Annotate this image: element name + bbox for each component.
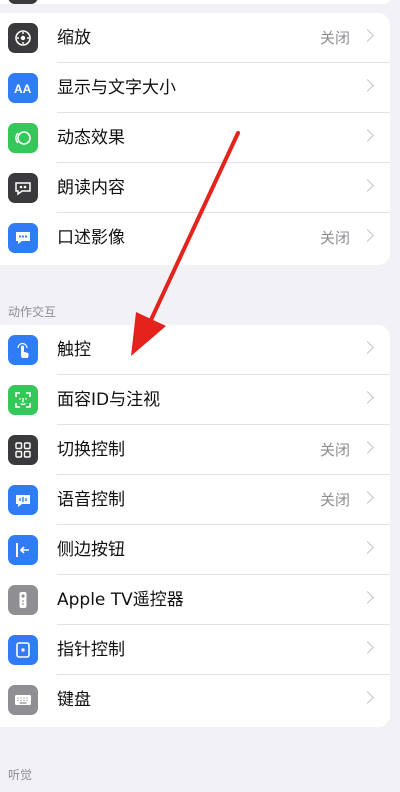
- touch-icon: [8, 335, 38, 365]
- setting-label: 缩放: [57, 28, 91, 48]
- spoken-content-icon: [8, 173, 38, 203]
- setting-label: 口述影像: [57, 228, 125, 248]
- setting-row-keyboards[interactable]: 键盘: [0, 675, 390, 725]
- section-header-physical-motor: 动作交互: [8, 305, 57, 319]
- setting-value: 关闭: [319, 491, 350, 509]
- chevron-right-icon: [361, 29, 374, 42]
- audio-descriptions-icon: [8, 223, 38, 253]
- setting-row-voice-control[interactable]: 语音控制 关闭: [0, 475, 390, 525]
- vision-settings-group: 缩放 关闭 AA 显示与文字大小 动态效果 朗读内容 口述影像 关闭: [0, 13, 390, 265]
- keyboard-icon: [8, 685, 38, 715]
- setting-label: 触控: [57, 340, 91, 360]
- setting-label: 切换控制: [57, 440, 125, 460]
- chevron-right-icon: [361, 591, 374, 604]
- chevron-right-icon: [361, 229, 374, 242]
- chevron-right-icon: [361, 129, 374, 142]
- face-id-icon: [8, 385, 38, 415]
- setting-label: 指针控制: [57, 640, 125, 660]
- setting-row-display-text-size[interactable]: AA 显示与文字大小: [0, 63, 390, 113]
- setting-label: Apple TV遥控器: [57, 590, 184, 610]
- setting-row-apple-tv-remote[interactable]: Apple TV遥控器: [0, 575, 390, 625]
- side-button-icon: [8, 535, 38, 565]
- partial-icon: [8, 0, 38, 4]
- setting-label: 动态效果: [57, 128, 125, 148]
- chevron-right-icon: [361, 641, 374, 654]
- setting-label: 朗读内容: [57, 178, 125, 198]
- chevron-right-icon: [361, 341, 374, 354]
- apple-tv-remote-icon: [8, 585, 38, 615]
- voice-control-icon: [8, 485, 38, 515]
- chevron-right-icon: [361, 491, 374, 504]
- section-header-hearing: 听觉: [8, 768, 33, 782]
- setting-value: 关闭: [319, 229, 350, 247]
- switch-control-icon: [8, 435, 38, 465]
- chevron-right-icon: [361, 441, 374, 454]
- chevron-right-icon: [361, 79, 374, 92]
- setting-row-pointer-control[interactable]: 指针控制: [0, 625, 390, 675]
- setting-row-side-button[interactable]: 侧边按钮: [0, 525, 390, 575]
- physical-motor-settings-group: 触控 面容ID与注视 切换控制 关闭 语音控制 关闭 侧边按钮 Apple TV…: [0, 325, 390, 727]
- setting-row-switch-control[interactable]: 切换控制 关闭: [0, 425, 390, 475]
- pointer-control-icon: [8, 635, 38, 665]
- setting-label: 键盘: [57, 690, 91, 710]
- setting-row-touch[interactable]: 触控: [0, 325, 390, 375]
- text-size-icon: AA: [8, 73, 38, 103]
- setting-label: 侧边按钮: [57, 540, 125, 560]
- motion-icon: [8, 123, 38, 153]
- chevron-right-icon: [361, 179, 374, 192]
- setting-row-audio-descriptions[interactable]: 口述影像 关闭: [0, 213, 390, 263]
- setting-row-face-id-attention[interactable]: 面容ID与注视: [0, 375, 390, 425]
- setting-row-motion[interactable]: 动态效果: [0, 113, 390, 163]
- settings-group-top-partial: [0, 0, 390, 4]
- setting-label: 面容ID与注视: [57, 390, 161, 410]
- chevron-right-icon: [361, 691, 374, 704]
- setting-row-spoken-content[interactable]: 朗读内容: [0, 163, 390, 213]
- chevron-right-icon: [361, 391, 374, 404]
- zoom-icon: [8, 23, 38, 53]
- setting-label: 显示与文字大小: [57, 78, 176, 98]
- setting-value: 关闭: [319, 441, 350, 459]
- setting-label: 语音控制: [57, 490, 125, 510]
- setting-row-zoom[interactable]: 缩放 关闭: [0, 13, 390, 63]
- setting-value: 关闭: [319, 29, 350, 47]
- svg-text:AA: AA: [14, 82, 32, 96]
- chevron-right-icon: [361, 541, 374, 554]
